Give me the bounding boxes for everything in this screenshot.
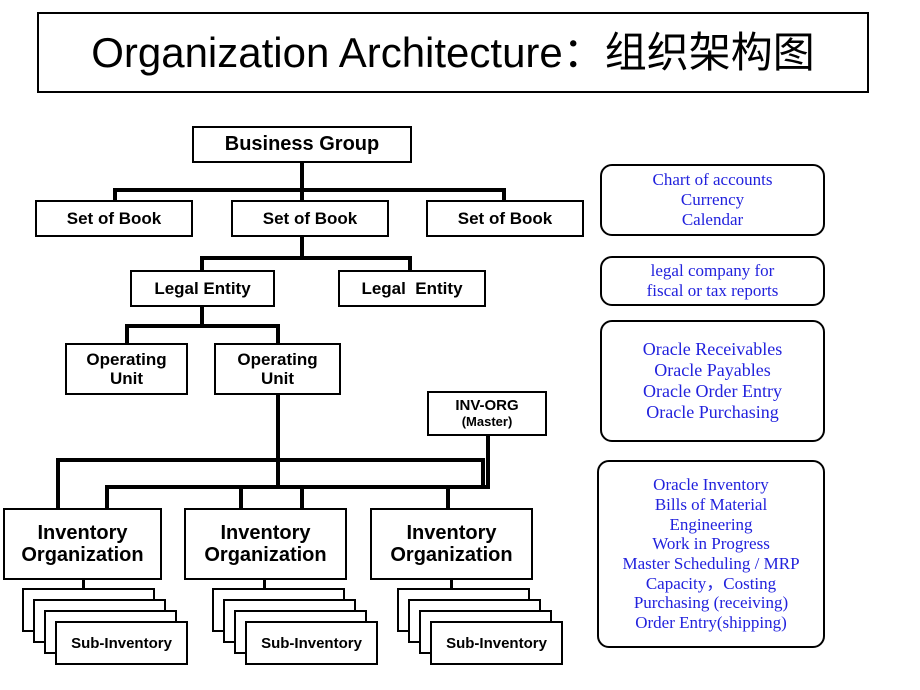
box-legal-entity-1-label: Legal Entity xyxy=(154,278,251,298)
note-inventory-organization: Oracle Inventory Bills of Material Engin… xyxy=(597,460,825,648)
box-inventory-organization-1-line2: Organization xyxy=(21,544,144,566)
box-business-group[interactable]: Business Group xyxy=(192,126,412,163)
connector-bg-down xyxy=(300,162,304,191)
sub-inventory-stack-3: Sub-Inventory xyxy=(397,588,577,666)
box-inv-org-master[interactable]: INV-ORG (Master) xyxy=(427,391,547,436)
box-set-of-book-3[interactable]: Set of Book xyxy=(426,200,584,237)
note-operating-unit-line-4: Oracle Purchasing xyxy=(646,401,779,422)
note-inventory-organization-line-1: Oracle Inventory xyxy=(653,475,769,495)
connector-sob2-to-le xyxy=(300,236,304,258)
inv-bus-upper xyxy=(56,458,485,462)
note-operating-unit-line-3: Oracle Order Entry xyxy=(643,381,782,401)
box-legal-entity-2-label: Legal Entity xyxy=(361,278,463,298)
connector-le1-down xyxy=(200,256,204,270)
sub-inventory-card-front[interactable]: Sub-Inventory xyxy=(430,621,563,665)
box-operating-unit-1-line1: Operating xyxy=(86,349,167,369)
connector-le1-to-ou xyxy=(200,306,204,326)
connector-lower-right-drop xyxy=(446,485,450,510)
connector-lower-left-drop xyxy=(105,485,109,510)
note-legal-entity-line-1: legal company for xyxy=(650,261,775,281)
connector-invorgmaster-down xyxy=(486,436,490,488)
note-inventory-organization-line-6: Capacity，Costing xyxy=(645,573,777,593)
box-legal-entity-2[interactable]: Legal Entity xyxy=(338,270,486,307)
connector-le2-down xyxy=(408,256,412,270)
note-inventory-organization-line-8: Order Entry(shipping) xyxy=(635,613,787,633)
sub-inventory-card-front[interactable]: Sub-Inventory xyxy=(245,621,378,665)
sub-inventory-label-3: Sub-Inventory xyxy=(446,634,547,652)
connector-ou1-down xyxy=(125,324,129,343)
box-operating-unit-2[interactable]: Operating Unit xyxy=(214,343,341,395)
box-inventory-organization-3[interactable]: Inventory Organization xyxy=(370,508,533,580)
box-inv-org-master-line1: INV-ORG xyxy=(455,396,519,414)
connector-invorg3-up xyxy=(481,458,485,486)
box-inventory-organization-3-line1: Inventory xyxy=(406,521,497,544)
box-legal-entity-1[interactable]: Legal Entity xyxy=(130,270,275,307)
page-title: Organization Architecture：组织架构图 xyxy=(91,28,815,76)
box-inventory-organization-2-line1: Inventory xyxy=(220,521,311,544)
note-operating-unit-line-2: Oracle Payables xyxy=(654,360,771,381)
slide-canvas: Organization Architecture：组织架构图 Business… xyxy=(0,0,920,690)
inv-bus-lower xyxy=(105,485,490,489)
note-legal-entity: legal company for fiscal or tax reports xyxy=(600,256,825,306)
box-set-of-book-1[interactable]: Set of Book xyxy=(35,200,193,237)
box-set-of-book-1-label: Set of Book xyxy=(66,208,162,228)
connector-invorg2-up xyxy=(239,486,243,510)
connector-ou-bus xyxy=(125,324,280,328)
sub-inventory-label-1: Sub-Inventory xyxy=(71,634,172,652)
box-inventory-organization-2-line2: Organization xyxy=(204,544,327,566)
box-operating-unit-1-line2: Unit xyxy=(109,369,144,388)
connector-sob-bus xyxy=(113,188,506,192)
connector-invorg1-up xyxy=(56,458,60,510)
box-inventory-organization-3-line2: Organization xyxy=(390,544,513,566)
note-set-of-book-line-3: Calendar xyxy=(681,209,744,229)
note-set-of-book-line-1: Chart of accounts xyxy=(652,170,773,190)
note-inventory-organization-line-3: Engineering xyxy=(669,514,753,534)
title-banner: Organization Architecture：组织架构图 xyxy=(37,12,869,93)
connector-ou2-down xyxy=(276,324,280,343)
note-operating-unit: Oracle Receivables Oracle Payables Oracl… xyxy=(600,320,825,442)
box-inv-org-master-line2: (Master) xyxy=(461,413,513,429)
sub-inventory-label-2: Sub-Inventory xyxy=(261,634,362,652)
box-inventory-organization-2[interactable]: Inventory Organization xyxy=(184,508,347,580)
note-legal-entity-line-2: fiscal or tax reports xyxy=(646,281,779,300)
box-operating-unit-1[interactable]: Operating Unit xyxy=(65,343,188,395)
connector-lower-mid-drop xyxy=(300,485,304,510)
connector-le-bus xyxy=(200,256,412,260)
sub-inventory-stack-1: Sub-Inventory xyxy=(22,588,202,666)
box-operating-unit-2-line2: Unit xyxy=(260,369,295,388)
note-inventory-organization-line-5: Master Scheduling / MRP xyxy=(622,554,800,573)
box-business-group-label: Business Group xyxy=(224,133,380,155)
note-inventory-organization-line-4: Work in Progress xyxy=(652,534,770,554)
box-operating-unit-2-line1: Operating xyxy=(237,349,318,369)
note-inventory-organization-line-7: Purchasing (receiving) xyxy=(633,593,789,613)
box-inventory-organization-1[interactable]: Inventory Organization xyxy=(3,508,162,580)
note-set-of-book: Chart of accounts Currency Calendar xyxy=(600,164,825,236)
connector-ou2-to-invbus xyxy=(276,394,280,486)
sub-inventory-card-front[interactable]: Sub-Inventory xyxy=(55,621,188,665)
box-set-of-book-3-label: Set of Book xyxy=(457,208,553,228)
sub-inventory-stack-2: Sub-Inventory xyxy=(212,588,392,666)
box-inventory-organization-1-line1: Inventory xyxy=(37,521,128,544)
note-set-of-book-line-2: Currency xyxy=(680,190,745,210)
box-set-of-book-2[interactable]: Set of Book xyxy=(231,200,389,237)
box-set-of-book-2-label: Set of Book xyxy=(262,208,358,228)
note-inventory-organization-line-2: Bills of Material xyxy=(654,494,768,514)
note-operating-unit-line-1: Oracle Receivables xyxy=(642,339,783,360)
